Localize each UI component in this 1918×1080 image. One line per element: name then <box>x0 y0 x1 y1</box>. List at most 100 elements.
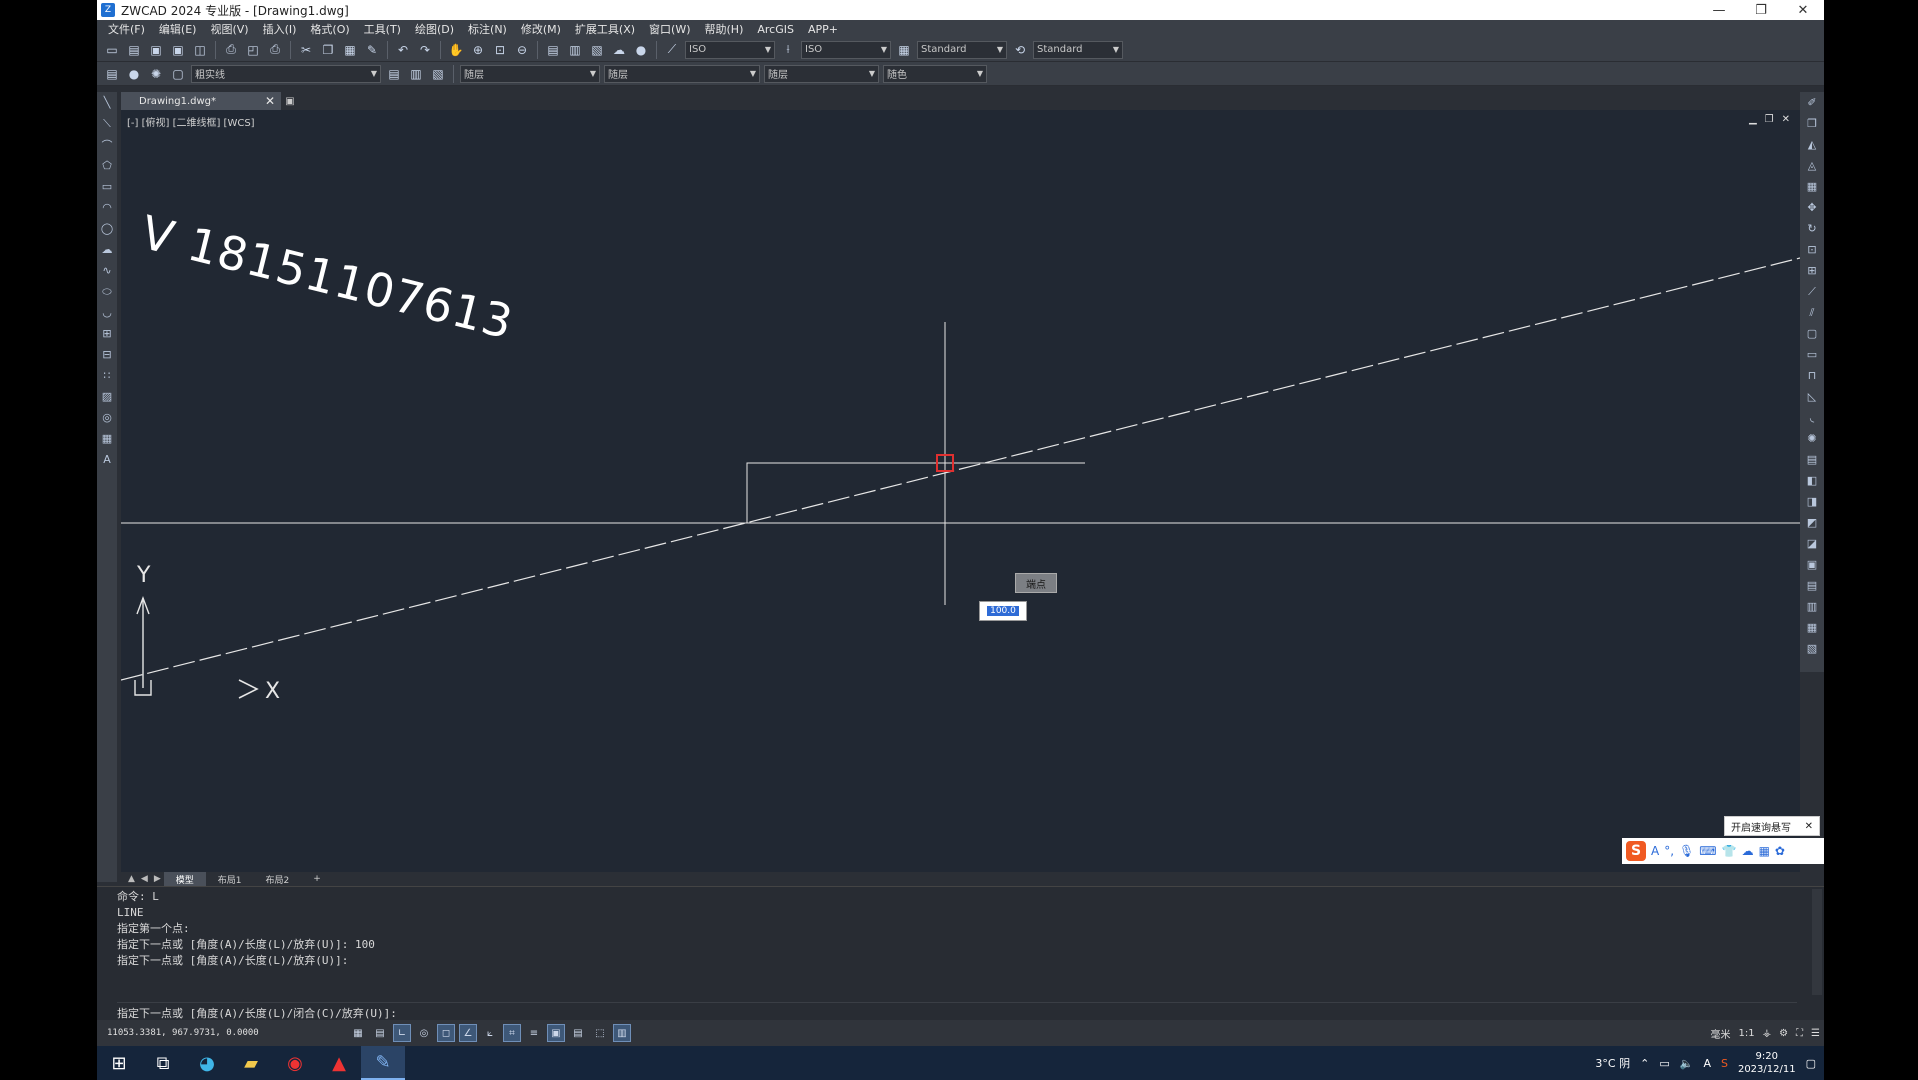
extend-tool-icon[interactable]: ▢ <box>1800 323 1824 344</box>
arc-tool-icon[interactable]: ◠ <box>97 197 117 218</box>
annotation-scale[interactable]: 1:1 <box>1738 1028 1754 1039</box>
lineweight-toggle-icon[interactable]: ≡ <box>525 1024 543 1042</box>
copy-icon[interactable]: ❐ <box>319 41 337 59</box>
color-select[interactable]: 随层 ▼ <box>460 64 600 83</box>
notification-icon[interactable]: ▢ <box>1806 1057 1816 1070</box>
hatch-tool-icon[interactable]: ▨ <box>97 386 117 407</box>
dynamic-input-value[interactable]: 100.0 <box>987 606 1019 616</box>
restore-button[interactable]: ❐ <box>1740 0 1782 20</box>
dim-style2-select[interactable]: ISO ▼ <box>801 40 891 59</box>
lineweight-select[interactable]: 随层 ▼ <box>764 64 879 83</box>
new-tab-icon[interactable]: ▣ <box>281 92 299 110</box>
send-under-icon[interactable]: ▣ <box>1800 554 1824 575</box>
move-tool-icon[interactable]: ✥ <box>1800 197 1824 218</box>
help-icon[interactable]: ● <box>632 41 650 59</box>
tool-palette-icon[interactable]: ▧ <box>588 41 606 59</box>
osnap-toggle-icon[interactable]: ◻ <box>437 1024 455 1042</box>
selection-cycle-toggle-icon[interactable]: ⬚ <box>591 1024 609 1042</box>
join-tool-icon[interactable]: ⊓ <box>1800 365 1824 386</box>
rectangle-tool-icon[interactable]: ▭ <box>97 176 117 197</box>
l-shaped-polyline[interactable] <box>746 462 945 523</box>
layer-states-icon[interactable]: ▧ <box>429 65 447 83</box>
array-tool-icon[interactable]: ▦ <box>1800 176 1824 197</box>
ime-mode-icon[interactable]: A <box>1651 844 1659 858</box>
tab-nav-next-icon[interactable]: ▶ <box>154 874 161 884</box>
menu-edit[interactable]: 编辑(E) <box>152 21 204 37</box>
workspace-gear-icon[interactable]: ⚙ <box>1779 1028 1788 1039</box>
weather-widget[interactable]: 3°C 阴 <box>1595 1055 1630 1071</box>
layer-thaw-icon[interactable]: ✺ <box>147 65 165 83</box>
erase-tool-icon[interactable]: ✐ <box>1800 92 1824 113</box>
menu-format[interactable]: 格式(O) <box>303 21 356 37</box>
scale-tool-icon[interactable]: ⊡ <box>1800 239 1824 260</box>
draw-order-icon[interactable]: ◧ <box>1800 470 1824 491</box>
add-layout-button[interactable]: + <box>301 872 333 886</box>
zoom-realtime-icon[interactable]: ⊕ <box>469 41 487 59</box>
keyboard-icon[interactable]: ⌨ <box>1699 844 1716 858</box>
ime-punct-icon[interactable]: °, <box>1664 844 1674 858</box>
batch-save-icon[interactable]: ◫ <box>191 41 209 59</box>
new-file-icon[interactable]: ▭ <box>103 41 121 59</box>
insert-block-icon[interactable]: ⊞ <box>97 323 117 344</box>
task-view-icon[interactable]: ⧉ <box>141 1046 185 1080</box>
sogou-logo-icon[interactable]: S <box>1626 841 1646 861</box>
hatch-back-icon[interactable]: ▦ <box>1800 617 1824 638</box>
polyline-tool-icon[interactable]: ⌒ <box>97 134 117 155</box>
pan-icon[interactable]: ✋ <box>447 41 465 59</box>
grid-toggle-icon[interactable]: ▦ <box>349 1024 367 1042</box>
revcloud-tool-icon[interactable]: ☁ <box>97 239 117 260</box>
print-icon[interactable]: ⎙ <box>222 41 240 59</box>
layer-lock-icon[interactable]: ▢ <box>169 65 187 83</box>
layer-select[interactable]: 粗实线 ▼ <box>191 64 381 83</box>
spline-tool-icon[interactable]: ∿ <box>97 260 117 281</box>
table-tool-icon[interactable]: ▦ <box>97 428 117 449</box>
print-preview-icon[interactable]: ◰ <box>244 41 262 59</box>
properties-icon[interactable]: ▤ <box>544 41 562 59</box>
file-explorer-icon[interactable]: ▰ <box>229 1046 273 1080</box>
mtext-tool-icon[interactable]: A <box>97 449 117 470</box>
design-center-icon[interactable]: ▥ <box>566 41 584 59</box>
menu-file[interactable]: 文件(F) <box>101 21 152 37</box>
close-icon[interactable]: ✕ <box>265 94 275 108</box>
publish-icon[interactable]: ⎙ <box>266 41 284 59</box>
tab-nav-first-icon[interactable]: ▲ <box>128 874 135 884</box>
tab-layout1[interactable]: 布局1 <box>206 872 254 886</box>
apps-grid-icon[interactable]: ▦ <box>1759 844 1770 858</box>
customize-menu-icon[interactable]: ☰ <box>1811 1028 1820 1039</box>
screen-recorder-icon[interactable]: ◉ <box>273 1046 317 1080</box>
menu-draw[interactable]: 绘图(D) <box>408 21 461 37</box>
microphone-icon[interactable]: 🎙 <box>1679 844 1694 858</box>
cloud-icon[interactable]: ☁ <box>1742 844 1754 858</box>
trim-tool-icon[interactable]: ⫽ <box>1800 302 1824 323</box>
properties-tool-icon[interactable]: ▤ <box>1800 449 1824 470</box>
acrobat-icon[interactable]: ▲ <box>317 1046 361 1080</box>
zoom-window-icon[interactable]: ⊡ <box>491 41 509 59</box>
menu-view[interactable]: 视图(V) <box>203 21 255 37</box>
paste-icon[interactable]: ▦ <box>341 41 359 59</box>
dynamic-input-box[interactable]: 100.0 <box>979 601 1027 621</box>
dim-front-icon[interactable]: ▥ <box>1800 596 1824 617</box>
redo-icon[interactable]: ↷ <box>416 41 434 59</box>
stretch-tool-icon[interactable]: ⊞ <box>1800 260 1824 281</box>
menu-help[interactable]: 帮助(H) <box>698 21 751 37</box>
ellipse-arc-tool-icon[interactable]: ◡ <box>97 302 117 323</box>
menu-tools[interactable]: 工具(T) <box>357 21 408 37</box>
open-file-icon[interactable]: ▤ <box>125 41 143 59</box>
tab-nav-prev-icon[interactable]: ◀ <box>141 874 148 884</box>
group-icon[interactable]: ▧ <box>1800 638 1824 659</box>
chamfer-tool-icon[interactable]: ◺ <box>1800 386 1824 407</box>
menu-modify[interactable]: 修改(M) <box>514 21 568 37</box>
menu-extensions[interactable]: 扩展工具(X) <box>568 21 642 37</box>
explode-tool-icon[interactable]: ✺ <box>1800 428 1824 449</box>
input-language[interactable]: A <box>1703 1057 1711 1070</box>
volume-icon[interactable]: 🔈 <box>1680 1057 1694 1070</box>
zwcad-taskbar-icon[interactable]: ✎ <box>361 1046 405 1080</box>
break-tool-icon[interactable]: ▭ <box>1800 344 1824 365</box>
offset-tool-icon[interactable]: ◬ <box>1800 155 1824 176</box>
zoom-previous-icon[interactable]: ⊖ <box>513 41 531 59</box>
viewport-close-icon[interactable]: ✕ <box>1782 114 1790 125</box>
snap-toggle-icon[interactable]: ▤ <box>371 1024 389 1042</box>
polygon-tool-icon[interactable]: ⬠ <box>97 155 117 176</box>
dim-style-select[interactable]: ISO ▼ <box>685 40 775 59</box>
ime-tooltip-close-icon[interactable]: ✕ <box>1805 821 1813 832</box>
